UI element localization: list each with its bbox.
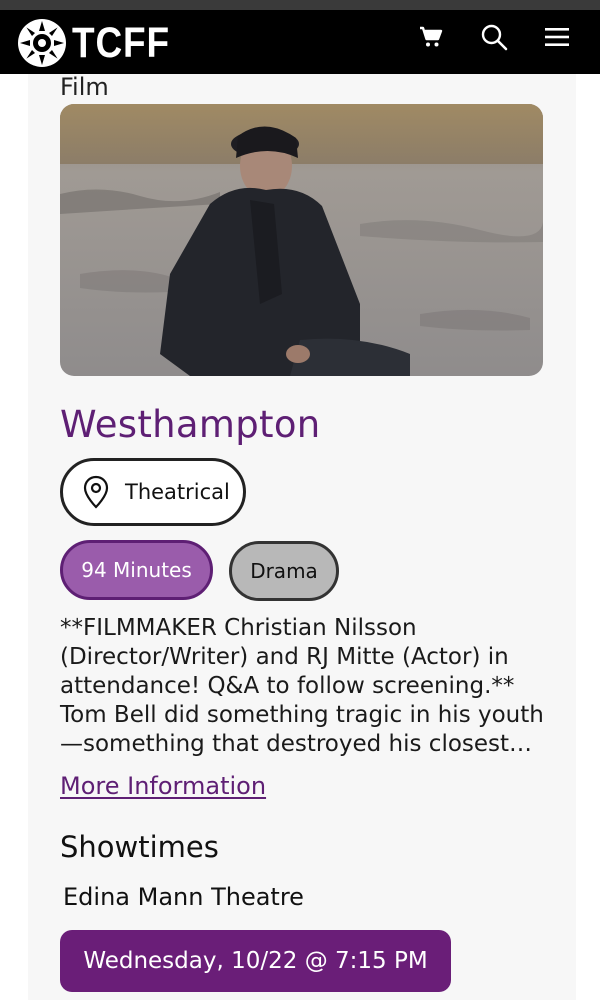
film-description: **FILMMAKER Christian Nilsson (Director/… <box>60 614 550 759</box>
cart-icon <box>420 26 443 47</box>
venue-type-label: Theatrical <box>125 480 230 504</box>
location-pin-icon <box>83 475 109 509</box>
breadcrumb: Film <box>60 73 109 101</box>
description-line: attendance! Q&A to follow screening.** <box>60 673 515 699</box>
site-header: TCFF <box>0 10 600 74</box>
description-line: Tom Bell did something tragic in his you… <box>60 702 544 728</box>
more-information-link[interactable]: More Information <box>60 770 266 802</box>
status-strip <box>0 0 600 10</box>
genre-pill[interactable]: Drama <box>229 541 339 601</box>
search-icon <box>481 24 508 51</box>
menu-icon <box>545 28 569 46</box>
description-line: (Director/Writer) and RJ Mitte (Actor) i… <box>60 644 509 670</box>
cart-button[interactable] <box>416 22 446 52</box>
showtimes-heading: Showtimes <box>60 830 219 864</box>
film-title: Westhampton <box>60 403 321 446</box>
film-still-image <box>60 104 543 376</box>
site-logo[interactable]: TCFF <box>16 17 186 69</box>
search-button[interactable] <box>479 22 509 52</box>
logo-text: TCFF <box>72 18 170 67</box>
runtime-pill[interactable]: 94 Minutes <box>60 540 213 600</box>
menu-button[interactable] <box>542 22 572 52</box>
film-reel-logo-icon <box>18 19 66 67</box>
venue-type-pill[interactable]: Theatrical <box>60 458 246 526</box>
theatre-name: Edina Mann Theatre <box>63 883 304 911</box>
description-line: —something that destroyed his closest… <box>60 731 533 757</box>
description-line: **FILMMAKER Christian Nilsson <box>60 615 417 641</box>
showtime-button[interactable]: Wednesday, 10/22 @ 7:15 PM <box>60 930 451 992</box>
